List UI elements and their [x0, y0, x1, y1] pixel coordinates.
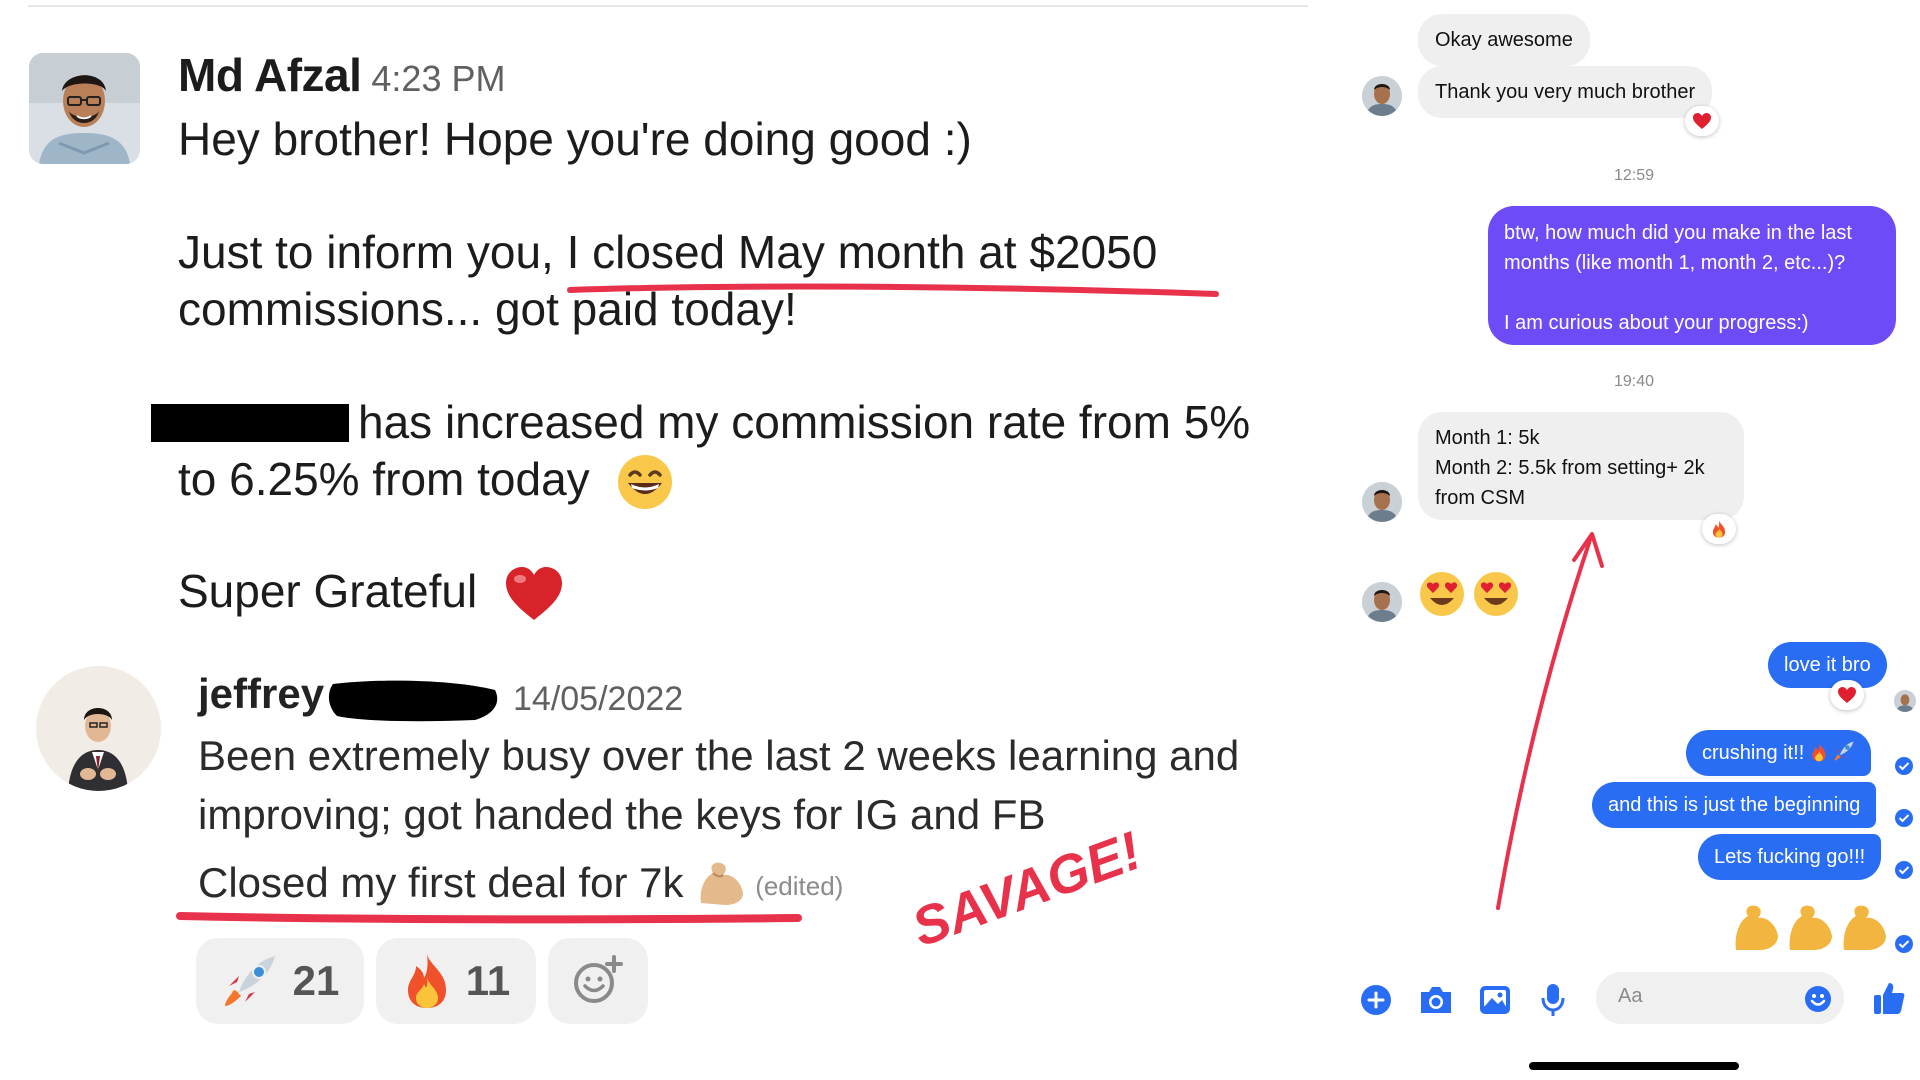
- redaction-scribble: [328, 680, 498, 722]
- message-text: Thank you very much brother: [1435, 81, 1696, 103]
- reaction-count: 21: [292, 957, 340, 1004]
- author-name[interactable]: jeffrey: [198, 670, 324, 717]
- timestamp[interactable]: 4:23 PM: [371, 58, 505, 99]
- edited-label: (edited): [755, 870, 844, 901]
- avatar[interactable]: [1362, 582, 1402, 622]
- flexed-biceps-icon: [695, 859, 747, 913]
- message-text: love it bro: [1784, 654, 1871, 676]
- outgoing-message[interactable]: crushing it!!: [1686, 730, 1872, 776]
- read-receipt-avatar: [1894, 690, 1916, 712]
- message-text: I am curious about your progress:): [1504, 312, 1809, 334]
- delivered-check-icon: [1895, 861, 1913, 879]
- slack-thread: Md Afzal 4:23 PM Hey brother! Hope you're…: [0, 0, 1330, 1080]
- red-underline: [567, 283, 1219, 297]
- avatar[interactable]: [1362, 76, 1402, 116]
- outgoing-message[interactable]: Lets fucking go!!!: [1698, 834, 1882, 880]
- annotation-text: SAVAGE!: [915, 825, 1149, 958]
- timestamp: 12:59: [1613, 167, 1655, 184]
- reaction-badge[interactable]: [1830, 680, 1864, 710]
- microphone-icon[interactable]: [1540, 982, 1566, 1018]
- divider: [28, 5, 1308, 7]
- message-text: has increased my commission rate from 5%: [358, 396, 1251, 448]
- message-header: jeffrey: [198, 670, 324, 718]
- outgoing-message[interactable]: and this is just the beginning: [1592, 782, 1877, 828]
- incoming-message[interactable]: Thank you very much brother: [1418, 66, 1713, 118]
- fire-icon: [407, 954, 446, 1008]
- message-input[interactable]: Aa: [1596, 972, 1844, 1024]
- add-reaction-button[interactable]: [548, 938, 648, 1024]
- message-text: Closed my first deal for 7k (edited): [198, 857, 843, 913]
- timestamp: 19:40: [1613, 373, 1655, 390]
- plus-icon[interactable]: [1360, 984, 1392, 1016]
- message-text: Month 1: 5k: [1435, 427, 1540, 449]
- message-text: Lets fucking go!!!: [1714, 846, 1866, 868]
- red-underline: [176, 912, 802, 924]
- redaction-bar: [151, 404, 349, 442]
- message-text: btw, how much did you make in the last m…: [1504, 222, 1852, 274]
- heart-icon: [1693, 113, 1711, 129]
- delivered-check-icon: [1895, 757, 1913, 775]
- thumbs-up-icon[interactable]: [1872, 980, 1906, 1016]
- incoming-message[interactable]: Okay awesome: [1418, 14, 1590, 66]
- message-text: Super Grateful: [178, 563, 564, 624]
- input-placeholder: Aa: [1618, 985, 1643, 1007]
- delivered-check-icon: [1895, 935, 1913, 953]
- message-text-highlight: I closed May month at $2050: [566, 226, 1158, 278]
- avatar[interactable]: [29, 53, 140, 164]
- reaction-fire[interactable]: 11: [376, 938, 536, 1024]
- message-header: Md Afzal 4:23 PM: [178, 48, 505, 102]
- message-text: Been extremely busy over the last 2 week…: [198, 732, 1240, 779]
- home-indicator: [1529, 1062, 1739, 1070]
- gallery-icon[interactable]: [1478, 984, 1512, 1016]
- reaction-badge[interactable]: [1685, 106, 1719, 136]
- reaction-count: 11: [465, 957, 511, 1004]
- message-text: crushing it!!: [1702, 742, 1810, 764]
- red-heart-icon: [490, 566, 564, 624]
- fire-icon: [1712, 520, 1726, 538]
- message-text-span: Super Grateful: [178, 565, 478, 617]
- message-text: and this is just the beginning: [1608, 794, 1861, 816]
- message-text: Okay awesome: [1435, 29, 1573, 51]
- message-text-span: Closed my first deal for 7k: [198, 859, 684, 906]
- fire-icon: [1812, 742, 1826, 762]
- message-text: Hey brother! Hope you're doing good :): [178, 113, 972, 165]
- rocket-icon: [224, 956, 275, 1006]
- heart-icon: [1838, 687, 1856, 703]
- add-reaction-icon: [574, 955, 623, 1003]
- message-text: Month 2: 5.5k from setting+ 2k from CSM: [1435, 457, 1705, 509]
- savage-annotation: SAVAGE!: [915, 825, 1149, 958]
- outgoing-message[interactable]: btw, how much did you make in the last m…: [1488, 206, 1896, 345]
- message-text-span: to 6.25% from today: [178, 453, 590, 505]
- reaction-rocket[interactable]: 21: [196, 938, 364, 1024]
- message-text: Just to inform you, I closed May month a…: [178, 224, 1157, 280]
- avatar[interactable]: [36, 666, 161, 791]
- red-arrow-annotation: [1496, 532, 1604, 910]
- flexed-biceps-icon[interactable]: [1732, 900, 1888, 954]
- camera-icon[interactable]: [1418, 984, 1454, 1016]
- outgoing-message[interactable]: love it bro: [1768, 642, 1887, 688]
- avatar[interactable]: [1362, 482, 1402, 522]
- messenger-chat: Okay awesome Thank you very much brother…: [1330, 0, 1920, 1080]
- rocket-icon: [1834, 741, 1854, 761]
- emoji-icon[interactable]: [1804, 985, 1832, 1013]
- message-text: to 6.25% from today: [178, 451, 674, 513]
- incoming-message[interactable]: Month 1: 5k Month 2: 5.5k from setting+ …: [1418, 412, 1744, 520]
- delivered-check-icon: [1895, 809, 1913, 827]
- reaction-badge[interactable]: [1702, 514, 1736, 544]
- message-text-prefix: Just to inform you,: [178, 226, 567, 278]
- message-date[interactable]: 14/05/2022: [513, 680, 683, 719]
- author-name[interactable]: Md Afzal: [178, 49, 362, 101]
- grinning-face-icon: [602, 453, 674, 513]
